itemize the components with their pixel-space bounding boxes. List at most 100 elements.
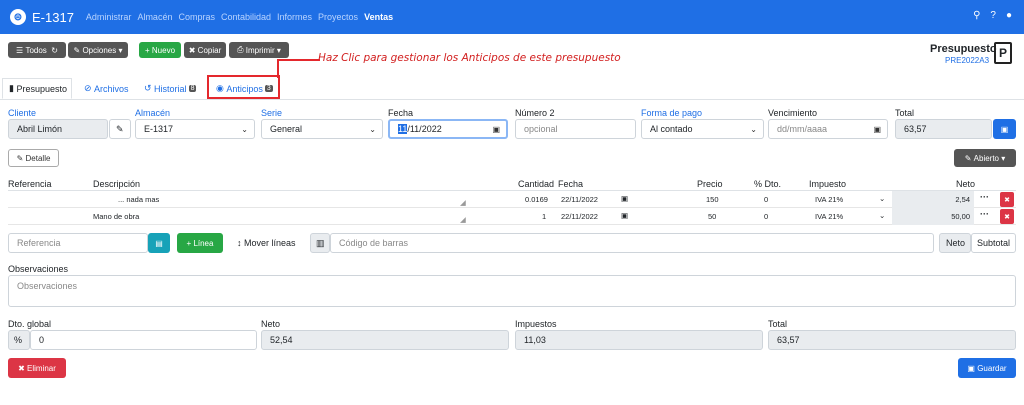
menu-proyectos[interactable]: Proyectos (318, 12, 358, 22)
mover-lineas-button[interactable]: ↕ Mover líneas (237, 238, 296, 248)
row-fecha[interactable]: 22/11/2022 (561, 212, 598, 221)
numero2-label: Número 2 (515, 108, 555, 118)
edit-cliente-button[interactable]: ✎ (109, 119, 131, 139)
logo-icon: ⊜ (10, 9, 26, 25)
total-bottom-field: 63,57 (768, 330, 1016, 350)
cliente-label[interactable]: Cliente (8, 108, 36, 118)
almacen-select[interactable]: E-1317 ⌄ (135, 119, 255, 139)
brand[interactable]: ⊜ E-1317 (10, 9, 74, 25)
almacen-value: E-1317 (144, 124, 174, 134)
search-icon[interactable]: ⚲ (973, 10, 980, 21)
row-cantidad[interactable]: 1 (542, 212, 546, 221)
barcode-input[interactable]: Código de barras (330, 233, 934, 253)
serie-label[interactable]: Serie (261, 108, 282, 118)
row-impuesto[interactable]: IVA 21% (815, 195, 843, 204)
tab-label: Archivos (94, 83, 129, 94)
calendar-icon[interactable]: ▣ (492, 125, 500, 134)
user-icon[interactable]: ● (1006, 10, 1012, 21)
row-precio[interactable]: 50 (708, 212, 716, 221)
row-precio[interactable]: 150 (706, 195, 719, 204)
eliminar-label: Eliminar (27, 363, 56, 373)
estado-dropdown[interactable]: ✎ Abierto ▾ (954, 149, 1016, 167)
row-descripcion[interactable]: Mano de obra (93, 212, 139, 221)
copiar-label: Copiar (197, 45, 222, 55)
vencimiento-field[interactable]: dd/mm/aaaa ▣ (768, 119, 888, 139)
tabs-divider (0, 99, 1024, 100)
opciones-button[interactable]: ✎ Opciones ▾ (68, 42, 128, 58)
edit-icon: ✎ (16, 153, 26, 163)
subtotal-toggle[interactable]: Subtotal (971, 233, 1016, 253)
delete-row-button[interactable]: ✖ (1000, 192, 1014, 207)
add-line-button[interactable]: + Línea (177, 233, 223, 253)
menu-administrar[interactable]: Administrar (86, 12, 132, 22)
doc-code: PRE2022A3 (945, 56, 990, 65)
detalle-button[interactable]: ✎ Detalle (8, 149, 59, 167)
observaciones-label: Observaciones (8, 264, 69, 274)
total-label: Total (895, 108, 915, 118)
col-impuesto: Impuesto (809, 179, 847, 189)
observaciones-textarea[interactable]: Observaciones (8, 275, 1016, 307)
fecha-field[interactable]: 11/11/2022 ▣ (388, 119, 508, 139)
tab-archivos[interactable]: ⊘ Archivos (78, 78, 135, 99)
search-product-button[interactable]: ▤ (148, 233, 170, 253)
menu-ventas[interactable]: Ventas (364, 12, 393, 22)
eliminar-button[interactable]: ✖ Eliminar (8, 358, 66, 378)
menu-almacen[interactable]: Almacén (137, 12, 172, 22)
calendar-icon[interactable]: ▣ (621, 194, 628, 203)
todos-button[interactable]: ☰ Todos ↻ (8, 42, 66, 58)
save-icon-button[interactable]: ▣ (993, 119, 1016, 139)
observaciones-placeholder: Observaciones (17, 281, 78, 291)
menu-contabilidad[interactable]: Contabilidad (221, 12, 271, 22)
move-icon: ↕ (237, 238, 245, 248)
guardar-button[interactable]: ▣ Guardar (958, 358, 1016, 378)
dto-global-input[interactable]: 0 (30, 330, 257, 350)
row-dto[interactable]: 0 (764, 212, 768, 221)
impuestos-field: 11,03 (515, 330, 763, 350)
col-neto: Neto (956, 179, 976, 189)
row-cantidad[interactable]: 0.0169 (525, 195, 548, 204)
row-fecha[interactable]: 22/11/2022 (561, 195, 598, 204)
serie-select[interactable]: General ⌄ (261, 119, 383, 139)
chevron-down-icon: ⌄ (750, 124, 757, 134)
main-menu: Administrar Almacén Compras Contabilidad… (86, 12, 399, 22)
neto-field: 52,54 (261, 330, 509, 350)
total-bottom-label: Total (768, 319, 788, 329)
calendar-icon[interactable]: ▣ (873, 125, 881, 134)
menu-informes[interactable]: Informes (277, 12, 312, 22)
guardar-label: Guardar (977, 363, 1007, 373)
more-icon[interactable]: ··· (980, 192, 989, 202)
table-row: ... nada mas ◢ 0.0169 22/11/2022 ▣ 150 0… (8, 191, 1016, 208)
book-icon: ▤ (155, 238, 163, 248)
menu-compras[interactable]: Compras (178, 12, 215, 22)
tab-historial[interactable]: ↺ Historial 8 (138, 78, 202, 99)
cliente-field[interactable]: Abril Limón (8, 119, 108, 139)
chevron-down-icon: ⌄ (879, 194, 886, 203)
row-descripcion[interactable]: ... nada mas (118, 195, 159, 204)
row-neto: 50,00 (892, 208, 974, 225)
top-navbar: ⊜ E-1317 Administrar Almacén Compras Con… (0, 0, 1024, 34)
nuevo-button[interactable]: + Nuevo (139, 42, 181, 58)
calendar-icon[interactable]: ▣ (621, 211, 628, 220)
tab-presupuesto[interactable]: ▮ Presupuesto (2, 78, 72, 99)
referencia-placeholder: Referencia (17, 238, 61, 248)
row-dto[interactable]: 0 (764, 195, 768, 204)
linea-label: Línea (193, 238, 214, 248)
fecha-day-selected: 11 (398, 124, 408, 134)
barcode-icon: ▥ (310, 233, 330, 253)
almacen-label[interactable]: Almacén (135, 108, 170, 118)
mover-label: Mover líneas (244, 238, 296, 248)
col-fecha: Fecha (558, 179, 584, 189)
row-impuesto[interactable]: IVA 21% (815, 212, 843, 221)
referencia-input[interactable]: Referencia (8, 233, 148, 253)
numero2-field[interactable]: opcional (515, 119, 636, 139)
neto-toggle[interactable]: Neto (939, 233, 971, 253)
copiar-button[interactable]: ✖ Copiar (184, 42, 226, 58)
numero2-placeholder: opcional (524, 124, 558, 134)
table-row: Mano de obra ◢ 1 22/11/2022 ▣ 50 0 IVA 2… (8, 208, 1016, 225)
forma-pago-label[interactable]: Forma de pago (641, 108, 702, 118)
doc-type: Presupuesto (930, 43, 997, 55)
more-icon[interactable]: ··· (980, 209, 989, 219)
help-icon[interactable]: ? (990, 10, 996, 21)
delete-row-button[interactable]: ✖ (1000, 209, 1014, 224)
forma-pago-select[interactable]: Al contado ⌄ (641, 119, 764, 139)
